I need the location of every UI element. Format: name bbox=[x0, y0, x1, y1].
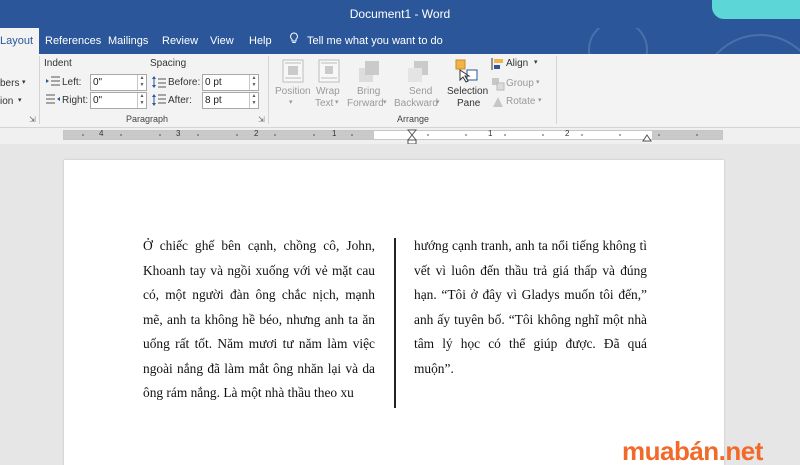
line-numbers-button[interactable]: bers bbox=[0, 78, 19, 89]
spacing-group-title: Spacing bbox=[150, 58, 187, 69]
paragraph-launcher-icon[interactable]: ⇲ bbox=[258, 115, 265, 124]
spacing-before-label: Before: bbox=[168, 77, 201, 88]
chevron-down-icon: ▾ bbox=[536, 79, 540, 86]
spinner-arrows-icon[interactable]: ▲ ▼ bbox=[249, 75, 258, 90]
send-backward-button[interactable]: Send bbox=[409, 86, 432, 97]
tab-mailings[interactable]: Mailings bbox=[102, 28, 154, 54]
background-circle bbox=[588, 28, 648, 54]
position-icon bbox=[282, 59, 304, 83]
bring-forward-line2: Forward bbox=[347, 98, 384, 109]
document-area: Ở chiếc ghế bên cạnh, chồng cô, John, Kh… bbox=[0, 144, 800, 465]
tell-me-search[interactable]: Tell me what you want to do bbox=[283, 28, 449, 54]
horizontal-ruler[interactable]: 4 3 2 1 1 2 bbox=[63, 129, 723, 140]
ruler-bar: 4 3 2 1 1 2 bbox=[0, 128, 800, 145]
chevron-down-icon: ▾ bbox=[18, 97, 22, 104]
ribbon-tabs: Layout References Mailings Review View H… bbox=[0, 28, 800, 54]
ruler-number: 3 bbox=[176, 129, 181, 138]
indent-left-label: Left: bbox=[62, 77, 82, 88]
chevron-down-icon: ▾ bbox=[436, 99, 440, 106]
background-circle bbox=[700, 34, 800, 54]
title-decoration bbox=[712, 0, 800, 19]
ruler-number: 1 bbox=[488, 129, 493, 138]
chevron-down-icon: ▾ bbox=[383, 99, 387, 106]
group-separator bbox=[39, 56, 40, 124]
group-separator bbox=[268, 56, 269, 124]
indent-right-label: Right: bbox=[62, 95, 89, 106]
spacing-after-value: 8 pt bbox=[205, 95, 222, 106]
tab-references[interactable]: References bbox=[39, 28, 107, 54]
watermark-logo: muabán.net bbox=[622, 436, 763, 465]
chevron-down-icon: ▾ bbox=[335, 99, 339, 106]
indent-left-icon bbox=[45, 75, 63, 93]
selection-pane-button[interactable]: Selection bbox=[447, 86, 488, 97]
lightbulb-icon bbox=[289, 28, 299, 54]
page-setup-launcher-icon[interactable]: ⇲ bbox=[29, 115, 36, 124]
spinner-arrows-icon[interactable]: ▲ ▼ bbox=[137, 75, 146, 90]
ruler-number: 2 bbox=[565, 129, 570, 138]
tab-layout[interactable]: Layout bbox=[0, 28, 40, 54]
tell-me-text: Tell me what you want to do bbox=[307, 35, 443, 47]
tab-review[interactable]: Review bbox=[156, 28, 204, 54]
right-indent-marker-icon[interactable] bbox=[642, 134, 652, 144]
indent-left-value: 0" bbox=[93, 77, 103, 88]
ruler-number: 4 bbox=[99, 129, 104, 138]
spacing-before-value: 0 pt bbox=[205, 77, 222, 88]
position-button[interactable]: Position bbox=[275, 86, 311, 97]
group-button[interactable]: Group bbox=[506, 78, 534, 89]
title-bar: Document1 - Word bbox=[0, 0, 800, 28]
indent-marker-icon[interactable] bbox=[407, 129, 417, 145]
spinner-arrows-icon[interactable]: ▲ ▼ bbox=[249, 93, 258, 108]
selection-pane-line2: Pane bbox=[457, 98, 481, 109]
indent-right-icon bbox=[45, 93, 63, 111]
spacing-after-label: After: bbox=[168, 95, 192, 106]
group-separator bbox=[556, 56, 557, 124]
spacing-after-icon bbox=[151, 93, 169, 111]
wrap-text-button[interactable]: Wrap bbox=[316, 86, 340, 97]
chevron-down-icon: ▾ bbox=[534, 59, 538, 66]
arrange-group-label: Arrange bbox=[397, 114, 430, 124]
wrap-text-icon bbox=[318, 59, 340, 83]
text-column-1[interactable]: Ở chiếc ghế bên cạnh, chồng cô, John, Kh… bbox=[143, 234, 375, 406]
ruler-number: 1 bbox=[332, 129, 337, 138]
chevron-down-icon: ▾ bbox=[289, 99, 293, 106]
ribbon: bers ion ▾ ▾ ⇲ Indent Left: 0" ▲ ▼ Right: … bbox=[0, 54, 800, 128]
spacing-before-icon bbox=[151, 75, 169, 93]
align-button[interactable]: Align bbox=[506, 58, 528, 69]
column-divider bbox=[394, 238, 396, 408]
paragraph-group-label: Paragraph bbox=[126, 114, 169, 124]
indent-right-input[interactable]: 0" ▲ ▼ bbox=[90, 92, 147, 109]
text-column-2[interactable]: hướng cạnh tranh, anh ta nổi tiếng không… bbox=[414, 234, 647, 381]
rotate-button[interactable]: Rotate bbox=[506, 96, 535, 107]
indent-left-input[interactable]: 0" ▲ ▼ bbox=[90, 74, 147, 91]
send-backward-icon bbox=[408, 61, 428, 82]
spacing-before-input[interactable]: 0 pt ▲ ▼ bbox=[202, 74, 259, 91]
selection-pane-icon bbox=[455, 59, 478, 83]
send-backward-line2: Backward bbox=[394, 98, 438, 109]
chevron-down-icon: ▾ bbox=[22, 79, 26, 86]
chevron-down-icon: ▾ bbox=[538, 97, 542, 104]
ruler-number: 2 bbox=[254, 129, 259, 138]
bring-forward-button[interactable]: Bring bbox=[357, 86, 380, 97]
indent-right-value: 0" bbox=[93, 95, 103, 106]
bring-forward-icon bbox=[359, 61, 379, 82]
ruler-ticks bbox=[82, 134, 698, 136]
spinner-arrows-icon[interactable]: ▲ ▼ bbox=[137, 93, 146, 108]
document-page[interactable]: Ở chiếc ghế bên cạnh, chồng cô, John, Kh… bbox=[64, 160, 724, 465]
window-title: Document1 - Word bbox=[349, 7, 451, 21]
hyphenation-button[interactable]: ion bbox=[0, 96, 13, 107]
tab-view[interactable]: View bbox=[204, 28, 240, 54]
spacing-after-input[interactable]: 8 pt ▲ ▼ bbox=[202, 92, 259, 109]
wrap-text-line2: Text bbox=[315, 98, 334, 109]
tab-help[interactable]: Help bbox=[243, 28, 278, 54]
indent-group-title: Indent bbox=[44, 58, 72, 69]
